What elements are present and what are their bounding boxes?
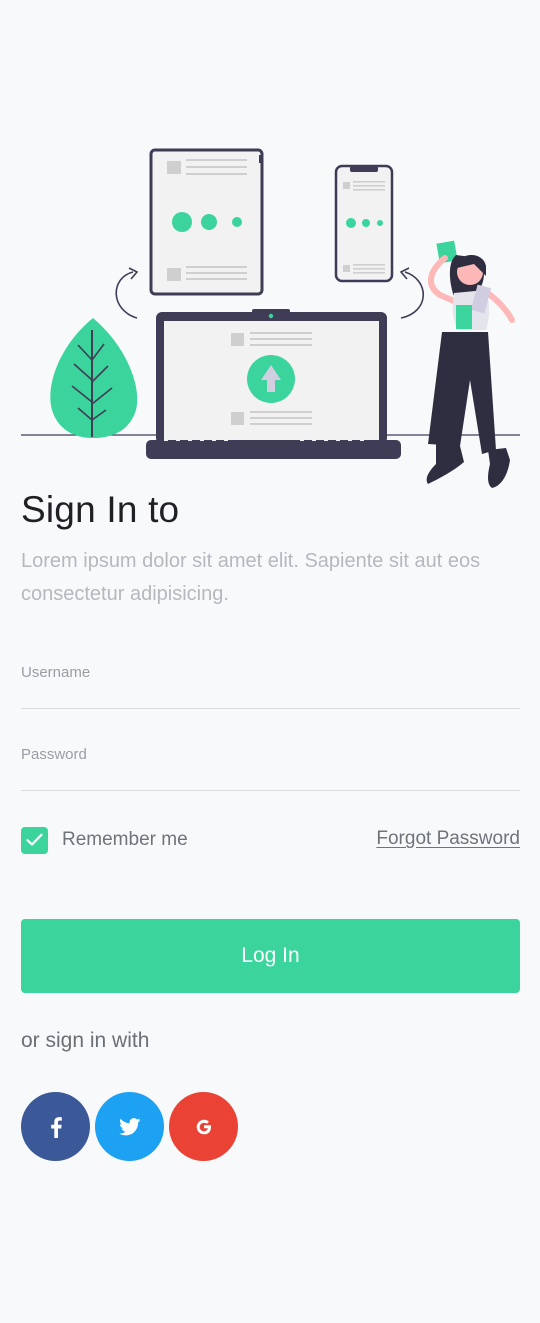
- twitter-icon: [118, 1117, 140, 1135]
- social-signin-prompt: or sign in with: [21, 1029, 150, 1052]
- login-button[interactable]: Log In: [21, 919, 520, 993]
- sync-arrow-right-icon: [400, 271, 425, 319]
- password-field[interactable]: Password: [21, 746, 520, 791]
- remember-label: Remember me: [62, 829, 188, 850]
- twitter-signin-button[interactable]: [95, 1092, 164, 1161]
- username-field[interactable]: Username: [21, 664, 520, 709]
- sync-arrow-left-icon: [115, 271, 138, 319]
- phone-device: [334, 164, 394, 283]
- leaf-plant-icon: [50, 318, 138, 438]
- facebook-signin-button[interactable]: [21, 1092, 90, 1161]
- laptop-device: [146, 309, 401, 459]
- forgot-password-link[interactable]: Forgot Password: [376, 828, 520, 850]
- page-title: Sign In to: [21, 489, 180, 530]
- woman-figure: [426, 240, 515, 488]
- facebook-icon: [50, 1116, 62, 1138]
- google-icon: [196, 1119, 211, 1134]
- remember-checkbox[interactable]: [21, 826, 48, 854]
- tablet-device: [149, 148, 264, 296]
- checkmark-icon: [26, 833, 43, 846]
- hero-illustration: [21, 148, 520, 488]
- google-signin-button[interactable]: [169, 1092, 238, 1161]
- page-subtitle: Lorem ipsum dolor sit amet elit. Sapient…: [21, 550, 481, 605]
- remember-me-toggle[interactable]: Remember me: [21, 826, 188, 854]
